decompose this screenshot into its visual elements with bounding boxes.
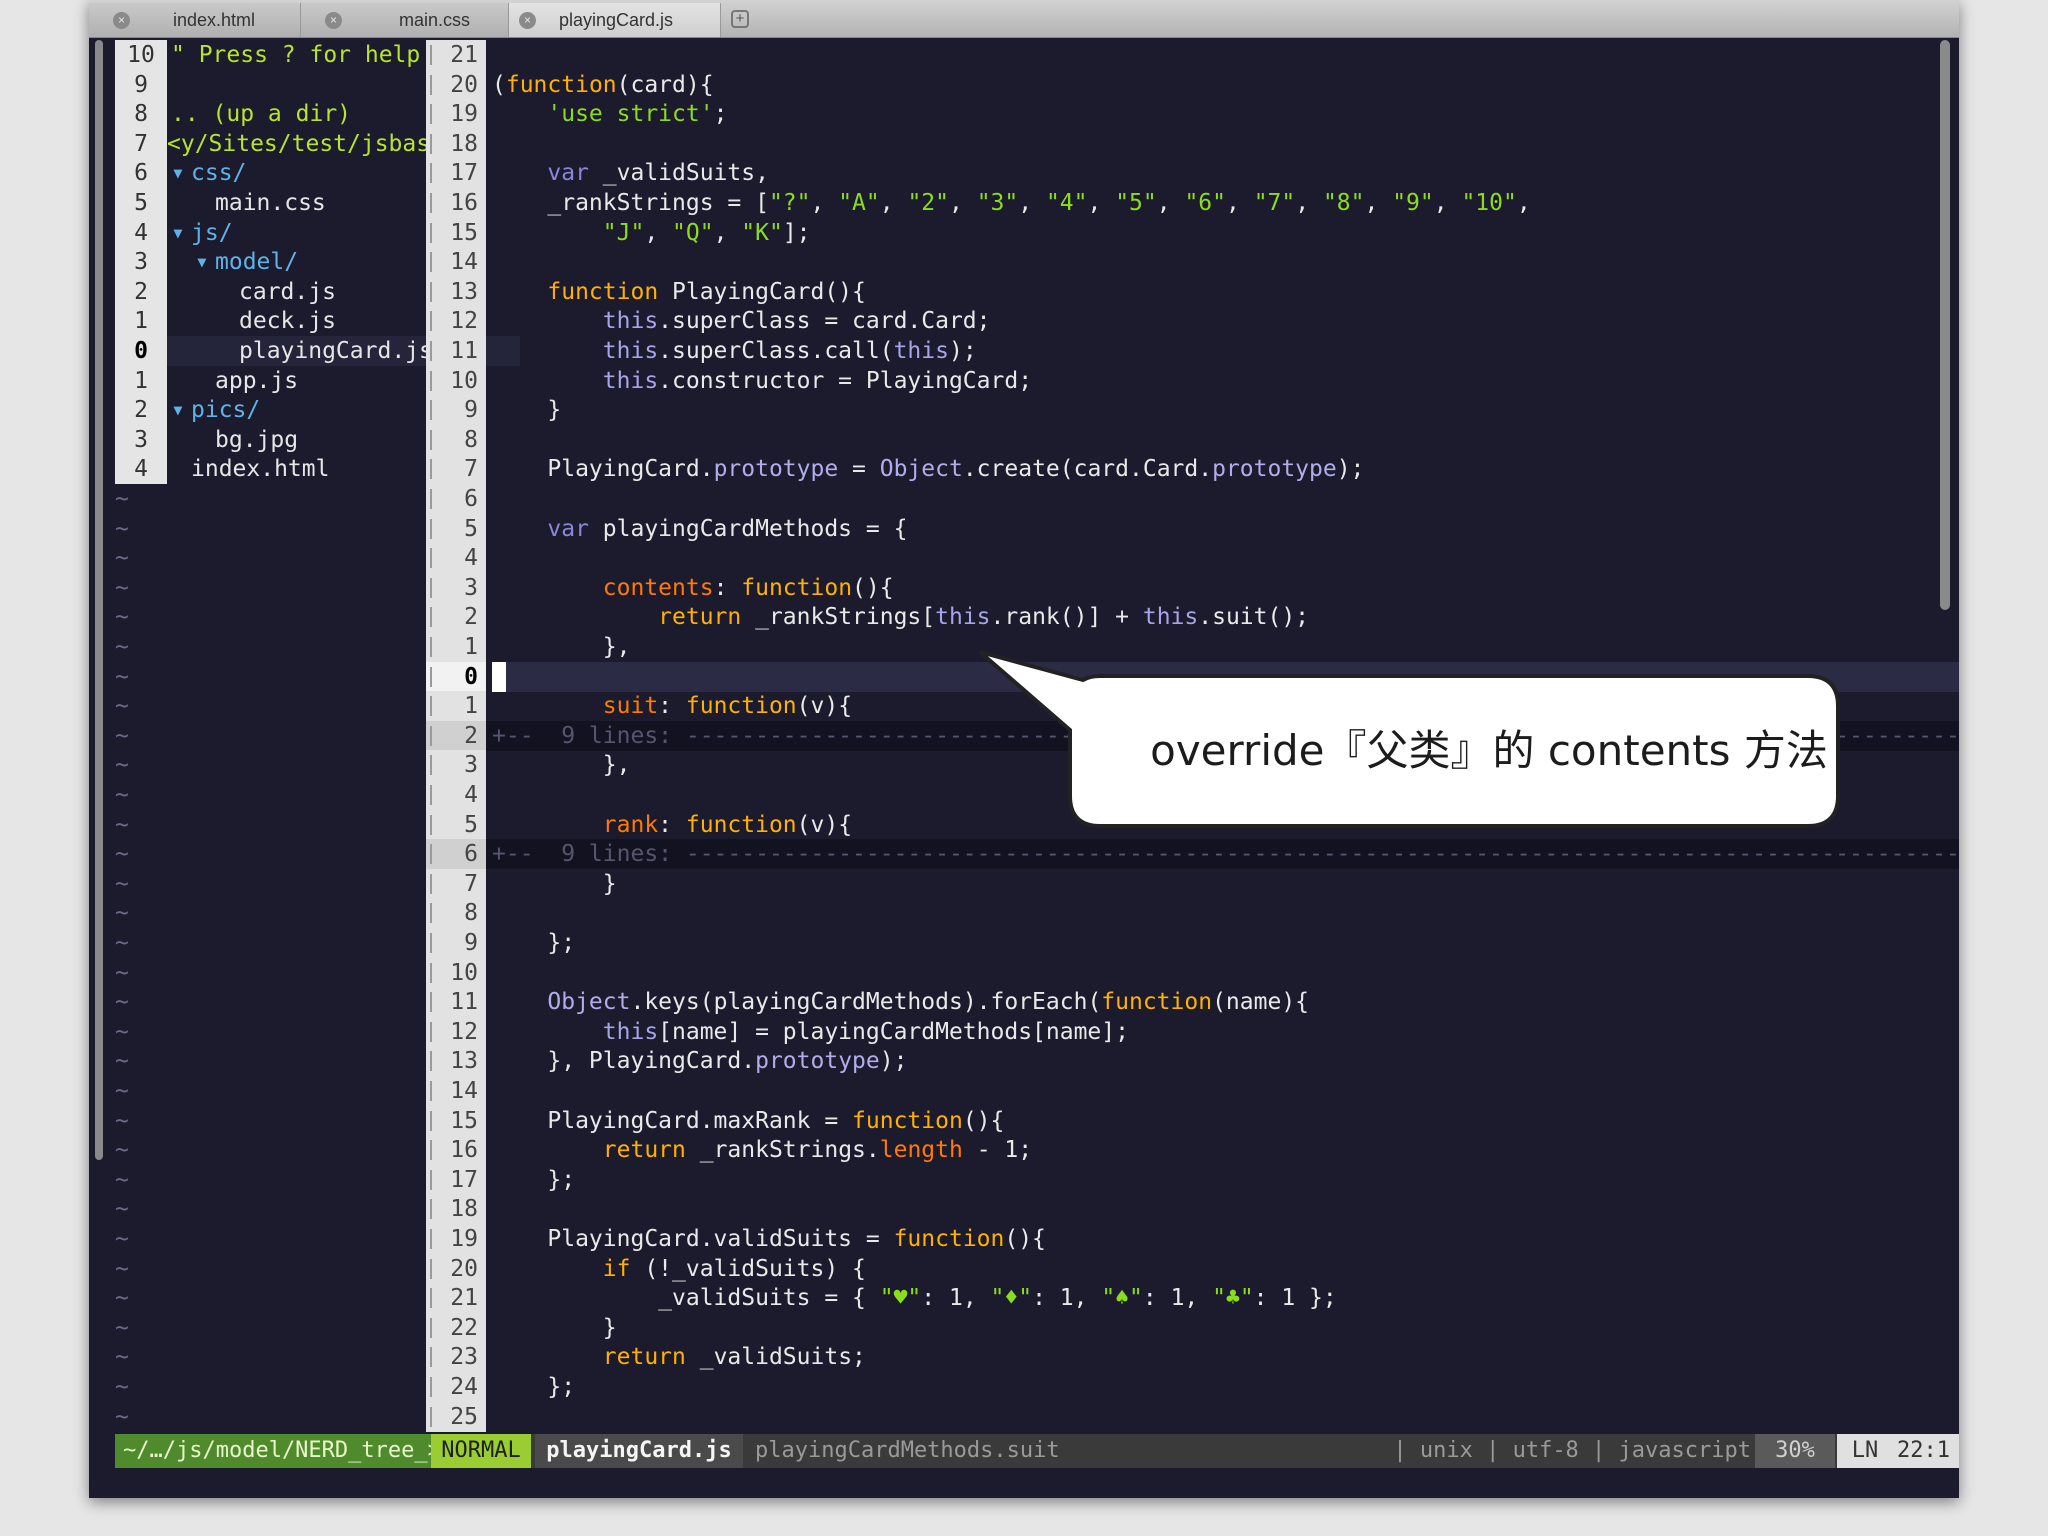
callout-text: override『父类』的 contents 方法 <box>1150 726 1828 775</box>
